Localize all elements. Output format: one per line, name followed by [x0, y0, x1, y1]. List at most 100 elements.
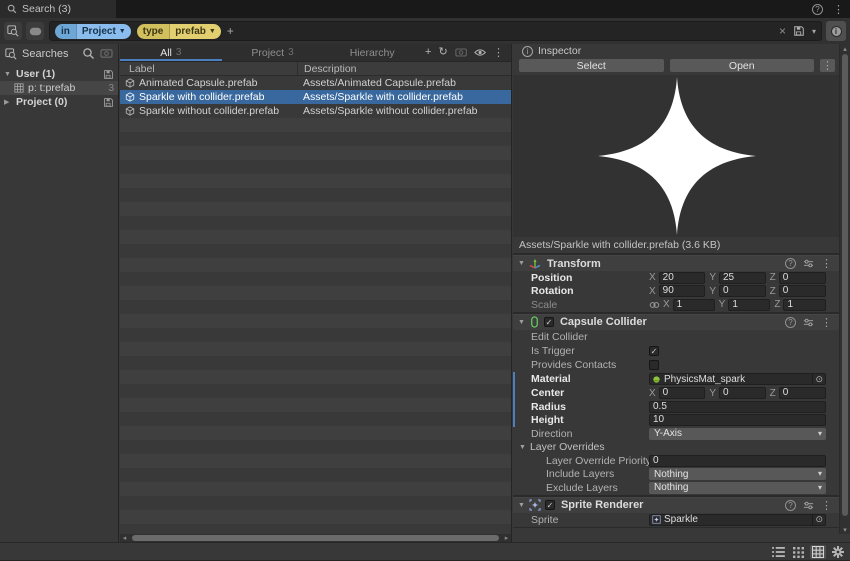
result-count-badge: 3 — [108, 83, 114, 94]
presets-icon[interactable] — [803, 500, 814, 511]
refresh-icon[interactable]: ↻ — [438, 47, 447, 58]
saved-searches-toggle-button[interactable] — [4, 22, 22, 40]
rotation-y-field[interactable]: 0 — [719, 285, 766, 297]
open-button[interactable]: Open — [670, 59, 815, 72]
help-icon[interactable]: ? — [785, 258, 796, 269]
search-query-icon[interactable] — [82, 47, 95, 60]
capsule-collider-header[interactable]: ▼ ✓ Capsule Collider ? ⋮ — [513, 314, 839, 330]
position-x-field[interactable]: 20 — [659, 272, 706, 284]
exclude-layers-dropdown[interactable]: Nothing — [649, 482, 826, 494]
column-description[interactable]: Description — [297, 62, 511, 75]
table-row-selected[interactable]: Sparkle with collider.prefab Assets/Spar… — [120, 90, 511, 104]
center-y-field[interactable]: 0 — [719, 387, 766, 399]
scroll-left-icon[interactable]: ◂ — [120, 534, 129, 542]
add-filter-button[interactable]: + — [227, 25, 234, 37]
rotation-z-field[interactable]: 0 — [779, 285, 826, 297]
position-y-field[interactable]: 25 — [719, 272, 766, 284]
horizontal-scrollbar[interactable]: ◂ ▸ — [120, 534, 511, 542]
rotation-row: Rotation X90 Y0 Z0 — [513, 285, 839, 299]
sprite-renderer-header[interactable]: ▼ ✓ Sprite Renderer ? ⋮ — [513, 497, 839, 513]
column-label[interactable]: Label — [120, 63, 297, 75]
rotation-x-field[interactable]: 90 — [659, 285, 706, 297]
radius-field[interactable]: 0.5 — [649, 401, 826, 413]
save-icon[interactable] — [103, 97, 114, 108]
foldout-open-icon[interactable]: ▼ — [518, 260, 525, 267]
foldout-open-icon[interactable]: ▼ — [4, 71, 12, 78]
help-icon[interactable]: ? — [812, 4, 823, 15]
search-window-tab[interactable]: Search (3) — [0, 0, 116, 18]
center-z-field[interactable]: 0 — [779, 387, 826, 399]
include-layers-dropdown[interactable]: Nothing — [649, 468, 826, 480]
component-enabled-checkbox[interactable]: ✓ — [545, 500, 555, 510]
table-row[interactable]: Sparkle without collider.prefab Assets/S… — [120, 104, 511, 118]
sidebar-group-project[interactable]: ▶ Project (0) — [0, 95, 118, 109]
center-x-field[interactable]: 0 — [659, 387, 706, 399]
more-icon[interactable]: ⋮ — [821, 499, 832, 512]
direction-dropdown[interactable]: Y-Axis — [649, 428, 826, 440]
query-builder-toggle-button[interactable] — [26, 22, 44, 40]
transform-header[interactable]: ▼ Transform ? ⋮ — [513, 255, 839, 271]
presets-icon[interactable] — [803, 258, 814, 269]
help-icon[interactable]: ? — [785, 317, 796, 328]
tab-hierarchy[interactable]: Hierarchy — [323, 44, 425, 61]
save-icon[interactable] — [103, 69, 114, 80]
clear-search-icon[interactable]: × — [779, 24, 786, 38]
sprite-object-field[interactable]: Sparkle ⊙ — [649, 514, 826, 526]
settings-button[interactable] — [830, 545, 846, 559]
scene-template-icon[interactable] — [455, 47, 467, 58]
scene-template-icon[interactable] — [100, 48, 113, 59]
foldout-open-icon[interactable]: ▼ — [518, 319, 525, 326]
save-search-icon[interactable] — [793, 25, 805, 37]
object-picker-icon[interactable]: ⊙ — [812, 374, 825, 384]
scale-x-field[interactable]: 1 — [673, 299, 715, 311]
eye-icon[interactable] — [474, 48, 486, 57]
tab-all[interactable]: All3 — [120, 44, 222, 61]
list-view-button[interactable] — [770, 545, 786, 559]
token-value-dropdown[interactable]: Project▼ — [76, 24, 131, 39]
presets-icon[interactable] — [803, 317, 814, 328]
material-object-field[interactable]: PhysicsMat_spark ⊙ — [649, 373, 826, 385]
grid-view-button[interactable] — [790, 545, 806, 559]
search-input[interactable]: in Project▼ type prefab▼ + × ▾ — [49, 21, 822, 41]
layer-overrides-foldout[interactable]: ▼ Layer Overrides — [513, 441, 839, 455]
scale-y-field[interactable]: 1 — [728, 299, 770, 311]
inspector-more-button[interactable]: ⋮ — [820, 59, 835, 72]
more-icon[interactable]: ⋮ — [821, 316, 832, 329]
inspector-toggle-button[interactable]: i — [826, 21, 846, 41]
more-icon[interactable]: ⋮ — [493, 46, 504, 59]
select-button[interactable]: Select — [519, 59, 664, 72]
search-token-in[interactable]: in Project▼ — [55, 24, 131, 39]
more-icon[interactable]: ⋮ — [821, 257, 832, 270]
window-menu-icon[interactable]: ⋮ — [833, 3, 844, 16]
foldout-open-icon[interactable]: ▼ — [518, 502, 525, 509]
token-value-dropdown[interactable]: prefab▼ — [169, 24, 221, 39]
object-picker-icon[interactable]: ⊙ — [812, 515, 825, 525]
scrollbar-thumb[interactable] — [132, 535, 499, 541]
scale-z-field[interactable]: 1 — [783, 299, 826, 311]
is-trigger-checkbox[interactable]: ✓ — [649, 346, 659, 356]
sidebar-item-saved-query[interactable]: p: t:prefab 3 — [0, 81, 118, 95]
add-column-icon[interactable]: + — [425, 47, 431, 58]
save-options-chevron-icon[interactable]: ▾ — [812, 27, 816, 36]
table-row[interactable]: Animated Capsule.prefab Assets/Animated … — [120, 76, 511, 90]
help-icon[interactable]: ? — [785, 500, 796, 511]
table-view-button[interactable] — [810, 545, 826, 559]
search-token-type[interactable]: type prefab▼ — [137, 24, 221, 39]
foldout-closed-icon[interactable]: ▶ — [4, 98, 12, 106]
height-field[interactable]: 10 — [649, 414, 826, 426]
component-enabled-checkbox[interactable]: ✓ — [544, 317, 554, 327]
searches-panel-icon — [5, 48, 17, 60]
tab-project[interactable]: Project3 — [222, 44, 324, 61]
inspector-scrollbar[interactable]: ▴ ▾ — [839, 44, 850, 534]
inspector-panel: i Inspector Select Open ⋮ Assets/Sparkle… — [513, 44, 850, 542]
sidebar-group-user[interactable]: ▼ User (1) — [0, 67, 118, 81]
provides-contacts-checkbox[interactable] — [649, 360, 659, 370]
position-z-field[interactable]: 0 — [779, 272, 826, 284]
scroll-right-icon[interactable]: ▸ — [502, 534, 511, 542]
scroll-up-icon[interactable]: ▴ — [840, 44, 850, 53]
scroll-down-icon[interactable]: ▾ — [840, 525, 850, 534]
link-scale-icon[interactable] — [649, 301, 660, 309]
token-key: type — [137, 24, 170, 39]
layer-override-priority-field[interactable]: 0 — [649, 455, 826, 467]
scrollbar-thumb[interactable] — [842, 54, 848, 516]
